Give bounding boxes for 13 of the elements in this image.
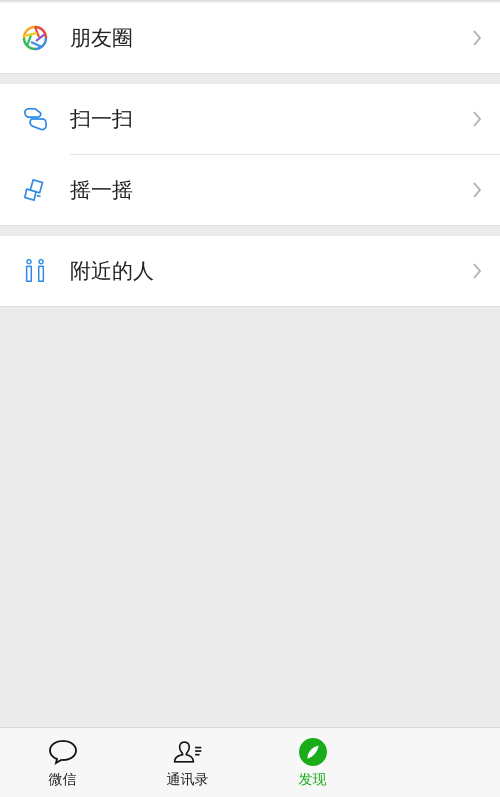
menu-item[interactable]: 朋友圈 bbox=[0, 3, 500, 73]
menu-item[interactable]: 扫一扫 bbox=[0, 84, 500, 154]
tab[interactable]: 通讯录 bbox=[125, 728, 250, 797]
chevron-icon bbox=[472, 29, 482, 47]
scan-icon bbox=[22, 106, 48, 132]
chevron-icon bbox=[472, 110, 482, 128]
aperture-icon bbox=[22, 25, 48, 51]
compass-icon bbox=[296, 736, 328, 766]
menu-item[interactable]: 附近的人 bbox=[0, 236, 500, 306]
tab[interactable]: 微信 bbox=[0, 728, 125, 797]
menu-item[interactable]: 摇一摇 bbox=[70, 154, 500, 225]
chevron-icon bbox=[472, 262, 482, 280]
chevron-icon bbox=[472, 181, 482, 199]
